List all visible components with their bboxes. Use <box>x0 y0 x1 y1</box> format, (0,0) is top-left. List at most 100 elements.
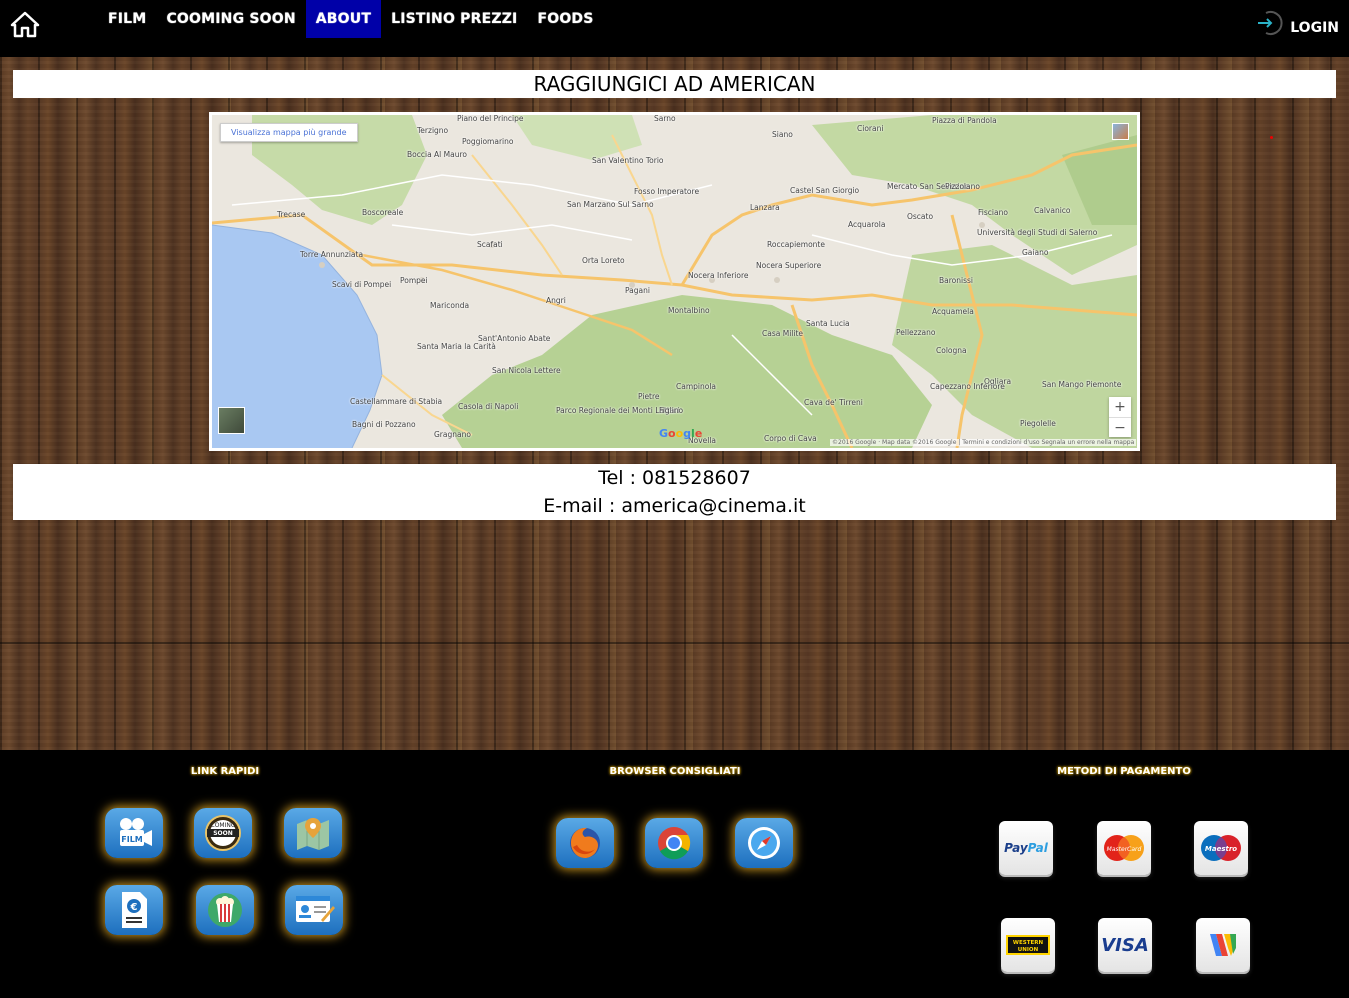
map-place-label: Campinola <box>676 382 717 391</box>
red-dot <box>1270 136 1273 139</box>
price-list-link[interactable]: € <box>105 885 163 935</box>
svg-text:SOON: SOON <box>213 830 233 837</box>
main-menu: FILM COOMING SOON ABOUT LISTINO PREZZI F… <box>98 0 604 38</box>
link-rapidi-title: LINK RAPIDI <box>190 766 260 777</box>
maestro-icon: Maestro <box>1201 835 1241 861</box>
svg-text:FILM: FILM <box>121 835 143 844</box>
map-place-label: San Marzano Sul Sarno <box>567 200 654 209</box>
nav-item-listino-prezzi[interactable]: LISTINO PREZZI <box>381 0 527 38</box>
map-link[interactable] <box>284 808 342 858</box>
western-union-icon: WESTERN UNION <box>1006 935 1050 955</box>
login-icon <box>1258 11 1283 35</box>
map-place-label: Piazza di Pandola <box>932 116 997 125</box>
visa-icon: VISA <box>1101 934 1149 956</box>
map-place-label: Nocera Superiore <box>756 261 822 270</box>
film-link[interactable]: FILM <box>105 808 163 858</box>
google-wallet-card <box>1196 918 1250 972</box>
google-wallet-icon <box>1210 934 1236 956</box>
telephone: Tel : 081528607 <box>598 467 751 489</box>
map-place-label: Sarno <box>654 115 676 123</box>
zoom-in-button[interactable]: + <box>1109 397 1131 417</box>
home-icon[interactable] <box>10 10 42 40</box>
map-place-label: Santa Maria la Carità <box>417 342 496 351</box>
nav-item-about[interactable]: ABOUT <box>305 0 382 38</box>
svg-text:MasterCard: MasterCard <box>1107 846 1142 853</box>
payment-title: METODI DI PAGAMENTO <box>1057 766 1191 777</box>
western-union-card: WESTERN UNION <box>1001 918 1055 972</box>
map-place-label: Santa Lucia <box>806 319 850 328</box>
map-place-label: Siano <box>772 130 793 139</box>
safari-icon <box>748 827 780 859</box>
map-pin-icon <box>297 818 329 850</box>
map-place-label: Acquamela <box>932 307 974 316</box>
svg-text:€: € <box>130 902 138 913</box>
nav-item-cooming-soon[interactable]: COOMING SOON <box>156 0 305 38</box>
coming-soon-link[interactable]: COMING SOON <box>194 808 252 858</box>
footer: LINK RAPIDI BROWSER CONSIGLIATI METODI D… <box>0 750 1349 998</box>
maestro-card: Maestro <box>1194 821 1248 875</box>
zoom-controls: + − <box>1109 397 1131 437</box>
visa-card: VISA <box>1098 918 1152 972</box>
map-place-label: Figlino <box>659 406 684 415</box>
map-place-label: Casa Milite <box>762 329 803 338</box>
map-place-label: Montalbino <box>668 306 710 315</box>
popcorn-icon <box>208 893 242 927</box>
paypal-icon: PayPal <box>1004 841 1048 855</box>
map-place-label: Gragnano <box>434 430 471 439</box>
mastercard-icon: MasterCard <box>1104 835 1144 861</box>
map-place-label: Boscoreale <box>362 208 404 217</box>
map-place-label: Orta Loreto <box>582 256 625 265</box>
map-place-label: Boccia Al Mauro <box>407 150 467 159</box>
map-place-label: Torre Annunziata <box>300 250 364 259</box>
map-place-label: Scafati <box>477 240 503 249</box>
map-place-label: Ciorani <box>857 124 884 133</box>
map-place-label: Castel San Giorgio <box>790 186 860 195</box>
contact-link[interactable] <box>285 885 343 935</box>
chrome-icon <box>658 827 691 860</box>
map-place-label: Corpo di Cava <box>764 434 817 443</box>
svg-text:Maestro: Maestro <box>1205 845 1237 853</box>
satellite-toggle[interactable] <box>218 407 245 434</box>
map-place-label: Piegolelle <box>1020 419 1056 428</box>
map-place-label: Trecase <box>277 210 306 219</box>
map-place-label: Castellammare di Stabia <box>350 397 443 406</box>
price-list-icon: € <box>122 892 147 928</box>
map-place-label: Pagani <box>625 286 650 295</box>
avatar[interactable] <box>1112 123 1129 140</box>
chrome-link[interactable] <box>645 818 703 868</box>
map-place-label: Acquarola <box>848 220 886 229</box>
map-place-label: San Valentino Torio <box>592 156 664 165</box>
firefox-icon <box>570 827 600 858</box>
nav-item-film[interactable]: FILM <box>98 0 156 38</box>
nav-item-foods[interactable]: FOODS <box>527 0 603 38</box>
map-place-label: Gaiano <box>1022 248 1049 257</box>
map-place-label: Bagni di Pozzano <box>352 420 416 429</box>
view-larger-map-button[interactable]: Visualizza mappa più grande <box>220 123 358 142</box>
mastercard-card: MasterCard <box>1097 821 1151 875</box>
coming-soon-icon: COMING SOON <box>205 815 241 851</box>
map-place-label: Cologna <box>936 346 967 355</box>
map-place-label: Angri <box>546 296 566 305</box>
map-place-label: Nocera Inferiore <box>688 271 749 280</box>
firefox-link[interactable] <box>556 818 614 868</box>
map-place-label: Fisciano <box>978 208 1008 217</box>
map-place-label: Lanzara <box>750 203 780 212</box>
contact-card-icon <box>296 896 335 922</box>
foods-link[interactable] <box>196 885 254 935</box>
map-place-label: Calvanico <box>1034 206 1071 215</box>
film-camera-icon: FILM <box>120 818 152 846</box>
login-label: LOGIN <box>1290 20 1339 36</box>
map-place-label: Oscato <box>907 212 934 221</box>
map-place-label: Casola di Napoli <box>458 402 519 411</box>
map-place-label: Fosso Imperatore <box>634 187 700 196</box>
zoom-out-button[interactable]: − <box>1109 417 1131 437</box>
google-map[interactable]: Terzigno Piano del Principe Poggiomarino Bo… <box>212 115 1137 448</box>
safari-link[interactable] <box>735 818 793 868</box>
browser-title: BROWSER CONSIGLIATI <box>609 766 741 777</box>
map-place-label: Baronissi <box>939 276 973 285</box>
top-navbar: FILM COOMING SOON ABOUT LISTINO PREZZI F… <box>0 0 1349 57</box>
svg-text:UNION: UNION <box>1018 947 1039 953</box>
map-place-label: Cava de' Tirreni <box>804 398 863 407</box>
map-place-label: Terzigno <box>417 126 449 135</box>
login-button[interactable]: LOGIN <box>1254 8 1339 38</box>
